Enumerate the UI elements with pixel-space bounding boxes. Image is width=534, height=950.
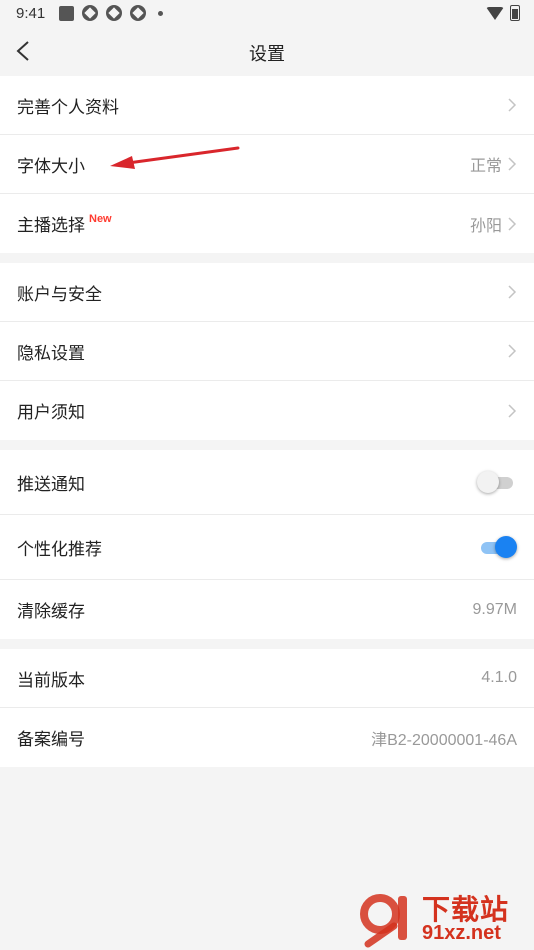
settings-row-version: 当前版本 4.1.0 — [0, 649, 534, 708]
row-label: 推送通知 — [17, 474, 85, 495]
settings-group-profile: 完善个人资料 字体大小 正常 主播选择 New 孙阳 — [0, 76, 534, 253]
status-time: 9:41 — [16, 5, 46, 22]
icp-number-value: 津B2-20000001-46A — [371, 731, 517, 749]
chevron-right-icon — [508, 98, 517, 112]
settings-row-push-notify: 推送通知 — [0, 450, 534, 515]
row-label: 备案编号 — [17, 730, 85, 750]
watermark-url: 91xz.net — [422, 922, 501, 944]
settings-row-user-notice[interactable]: 用户须知 — [0, 381, 534, 440]
settings-group-account: 账户与安全 隐私设置 用户须知 — [0, 263, 534, 440]
section-divider — [0, 639, 534, 649]
notification-app-icon — [130, 5, 146, 21]
status-notification-icons — [59, 5, 163, 21]
settings-row-complete-profile[interactable]: 完善个人资料 — [0, 76, 534, 135]
row-label: 完善个人资料 — [17, 97, 119, 118]
settings-row-personalized-recommend: 个性化推荐 — [0, 515, 534, 580]
nav-bar: 设置 — [0, 26, 534, 76]
row-label: 清除缓存 — [17, 602, 85, 622]
settings-group-about: 当前版本 4.1.0 备案编号 津B2-20000001-46A — [0, 649, 534, 767]
page-title: 设置 — [249, 44, 285, 65]
push-notify-toggle[interactable] — [477, 471, 517, 493]
toggle-knob — [477, 471, 499, 493]
row-label: 用户须知 — [17, 403, 85, 423]
personalized-recommend-toggle[interactable] — [477, 536, 517, 558]
notification-square-icon — [59, 5, 74, 21]
chevron-right-icon — [508, 344, 517, 358]
settings-row-clear-cache[interactable]: 清除缓存 9.97M — [0, 580, 534, 639]
row-label: 个性化推荐 — [17, 539, 102, 560]
new-badge: New — [89, 212, 112, 225]
row-label: 隐私设置 — [17, 343, 85, 364]
chevron-right-icon — [508, 403, 517, 418]
chevron-right-icon — [508, 157, 517, 171]
settings-row-privacy[interactable]: 隐私设置 — [0, 322, 534, 381]
section-divider — [0, 440, 534, 450]
row-label: 账户与安全 — [17, 284, 102, 305]
status-bar: 9:41 — [0, 0, 534, 26]
settings-group-preferences: 推送通知 个性化推荐 清除缓存 9.97M — [0, 450, 534, 639]
wifi-icon — [486, 6, 504, 20]
battery-icon — [510, 5, 520, 21]
status-system-icons — [486, 5, 520, 21]
watermark: 下载站 91xz.net — [360, 888, 528, 950]
row-label: 字体大小 — [17, 156, 85, 177]
notification-app-icon — [106, 5, 122, 21]
settings-row-icp-number: 备案编号 津B2-20000001-46A — [0, 708, 534, 767]
row-value: 孙阳 — [469, 217, 502, 235]
row-label: 主播选择 — [17, 216, 85, 236]
toggle-knob — [495, 536, 517, 558]
notification-app-icon — [82, 5, 98, 21]
row-label: 当前版本 — [17, 670, 85, 691]
version-value: 4.1.0 — [481, 669, 517, 686]
row-value: 正常 — [469, 158, 502, 175]
settings-row-font-size[interactable]: 字体大小 正常 — [0, 135, 534, 194]
chevron-right-icon — [508, 285, 517, 299]
section-divider — [0, 253, 534, 263]
settings-row-account-security[interactable]: 账户与安全 — [0, 263, 534, 322]
more-notifications-dot-icon — [158, 10, 163, 16]
settings-row-anchor-select[interactable]: 主播选择 New 孙阳 — [0, 194, 534, 253]
watermark-logo-icon — [360, 894, 407, 948]
cache-size-value: 9.97M — [472, 600, 517, 618]
chevron-right-icon — [508, 216, 517, 231]
